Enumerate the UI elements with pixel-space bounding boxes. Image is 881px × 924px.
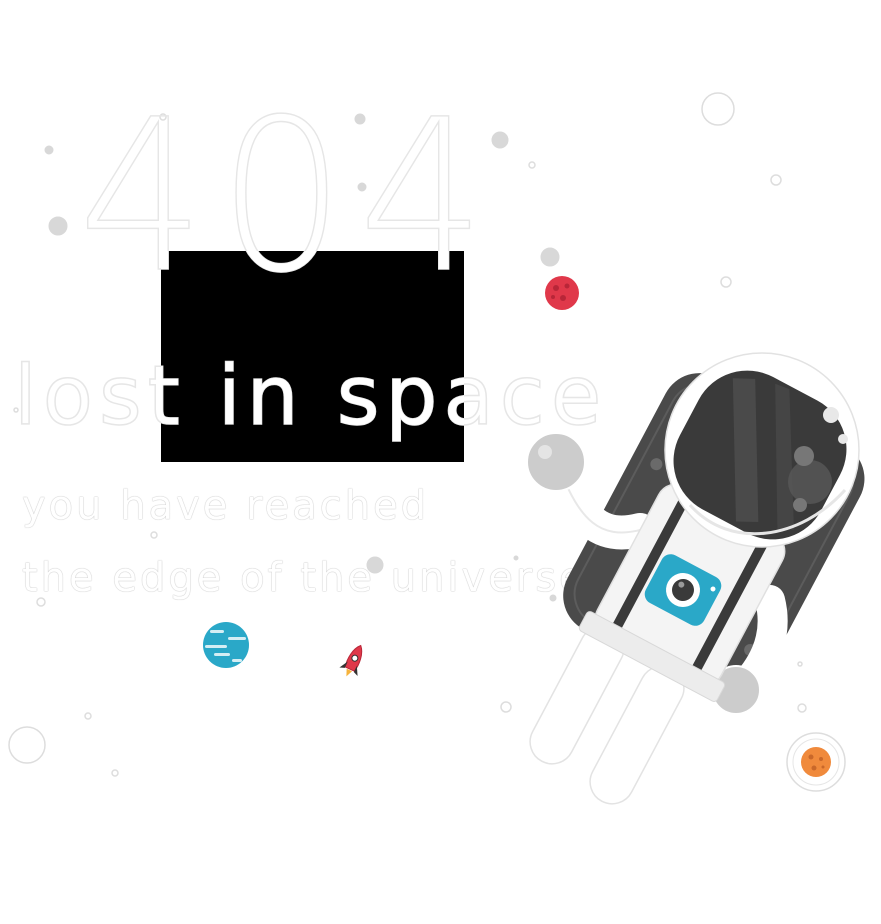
illustration-layer xyxy=(203,276,865,805)
rocket-icon xyxy=(339,644,363,677)
error-page: 404 404 lost in space lost in space you … xyxy=(0,0,881,924)
red-planet-icon xyxy=(545,276,579,310)
blue-planet-icon xyxy=(203,622,249,668)
astronaut-icon xyxy=(526,352,865,805)
orange-planet-icon xyxy=(786,732,846,792)
